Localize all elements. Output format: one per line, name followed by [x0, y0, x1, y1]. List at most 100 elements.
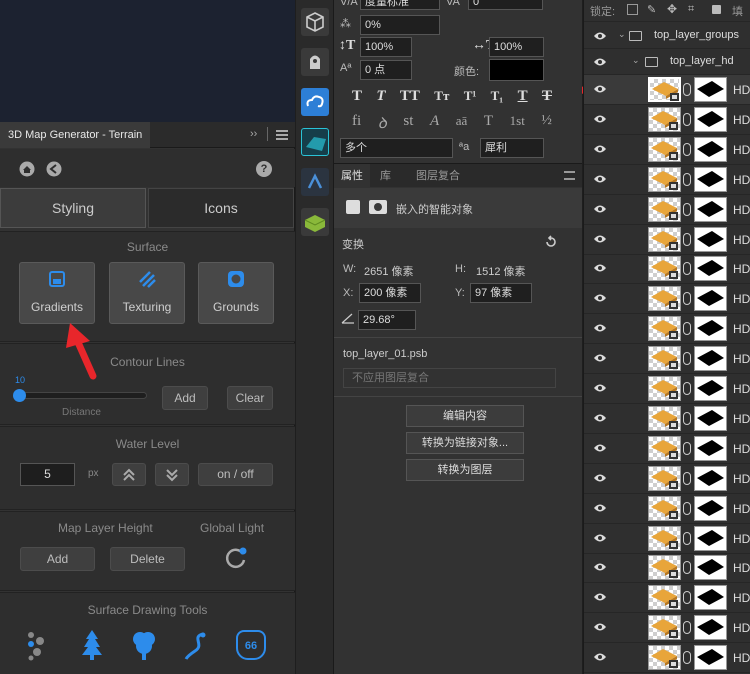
layer-mask-thumbnail[interactable]: [694, 465, 727, 491]
visibility-eye-icon[interactable]: [593, 57, 607, 67]
layer-thumbnail[interactable]: [648, 316, 681, 342]
horizontal-scale-input[interactable]: 100%: [489, 37, 544, 57]
layer-thumbnail[interactable]: [648, 286, 681, 312]
visibility-eye-icon[interactable]: [593, 204, 607, 214]
lock-pixels-icon[interactable]: ✎: [647, 3, 656, 16]
link-chain-icon[interactable]: [683, 262, 691, 276]
layer-row[interactable]: HD: [584, 643, 750, 674]
layer-thumbnail[interactable]: [648, 555, 681, 581]
layer-thumbnail[interactable]: [648, 645, 681, 671]
layer-mask-thumbnail[interactable]: [694, 645, 727, 671]
layer-row[interactable]: HD: [584, 225, 750, 255]
layer-thumbnail[interactable]: [648, 495, 681, 521]
landscape-block-icon[interactable]: [301, 208, 329, 236]
link-chain-icon[interactable]: [683, 411, 691, 425]
tab-layer-comps[interactable]: 图层复合: [416, 164, 460, 188]
layer-thumbnail[interactable]: [648, 405, 681, 431]
layer-thumbnail[interactable]: [648, 256, 681, 282]
layer-mask-thumbnail[interactable]: [694, 615, 727, 641]
visibility-eye-icon[interactable]: [593, 234, 607, 244]
link-chain-icon[interactable]: [683, 441, 691, 455]
swash-button[interactable]: A: [430, 113, 439, 133]
layer-thumbnail[interactable]: [648, 525, 681, 551]
link-chain-icon[interactable]: [683, 382, 691, 395]
layer-mask-thumbnail[interactable]: [694, 166, 727, 192]
layer-row[interactable]: HD: [584, 553, 750, 584]
visibility-eye-icon[interactable]: [593, 144, 607, 154]
reset-transform-icon[interactable]: [544, 235, 558, 249]
link-chain-icon[interactable]: [683, 501, 691, 515]
layer-row[interactable]: HD: [584, 284, 750, 315]
visibility-eye-icon[interactable]: [593, 622, 607, 632]
link-chain-icon[interactable]: [683, 471, 691, 485]
convert-linked-button[interactable]: 转换为链接对象...: [406, 432, 524, 454]
layer-row[interactable]: HD: [584, 344, 750, 375]
small-caps-button[interactable]: Tт: [434, 88, 449, 105]
layer-mask-thumbnail[interactable]: [694, 525, 727, 551]
convert-layers-button[interactable]: 转换为图层: [406, 459, 524, 481]
layer-row[interactable]: HD: [584, 464, 750, 494]
layer-group-sub[interactable]: ⌄ top_layer_hd: [584, 49, 750, 75]
layer-mask-thumbnail[interactable]: [694, 136, 727, 162]
layer-row[interactable]: HD: [584, 524, 750, 554]
visibility-eye-icon[interactable]: [593, 114, 607, 124]
tracking-percent-select[interactable]: 0%: [360, 15, 440, 35]
chevron-down-icon[interactable]: ⌄: [618, 29, 626, 40]
terrain-app-icon[interactable]: [301, 128, 329, 156]
layer-mask-thumbnail[interactable]: [694, 286, 727, 312]
underline-button[interactable]: T: [518, 88, 528, 105]
layer-thumbnail[interactable]: [648, 166, 681, 192]
strikethrough-button[interactable]: T: [542, 88, 552, 105]
link-chain-icon[interactable]: [683, 292, 691, 306]
link-chain-icon[interactable]: [683, 651, 691, 665]
layer-row[interactable]: HD: [584, 135, 750, 165]
visibility-eye-icon[interactable]: [593, 592, 607, 602]
layer-row[interactable]: HD: [584, 75, 750, 105]
plugin-icon[interactable]: [301, 48, 329, 76]
layer-thumbnail[interactable]: [648, 435, 681, 461]
visibility-eye-icon[interactable]: [593, 652, 607, 662]
link-chain-icon[interactable]: [683, 621, 691, 635]
layer-thumbnail[interactable]: [648, 615, 681, 641]
link-chain-icon[interactable]: [683, 142, 691, 156]
mask-icon[interactable]: [369, 200, 387, 214]
visibility-eye-icon[interactable]: [593, 293, 607, 303]
layer-thumbnail[interactable]: [648, 465, 681, 491]
layer-group-top[interactable]: ⌄ top_layer_groups: [584, 23, 750, 49]
layer-mask-thumbnail[interactable]: [694, 376, 727, 401]
layer-thumbnail[interactable]: [648, 77, 681, 102]
ordinals-button[interactable]: 1st: [510, 113, 525, 133]
old-style-button[interactable]: ꝺ: [378, 113, 387, 133]
visibility-eye-icon[interactable]: [593, 323, 607, 333]
layer-mask-thumbnail[interactable]: [694, 106, 727, 132]
layer-comp-select[interactable]: 不应用图层复合: [343, 368, 556, 388]
link-chain-icon[interactable]: [683, 232, 691, 246]
layer-row[interactable]: HD: [584, 494, 750, 524]
visibility-eye-icon[interactable]: [593, 263, 607, 273]
height-value[interactable]: 1512 像素: [476, 263, 526, 279]
angle-input[interactable]: 29.68°: [358, 310, 416, 330]
layer-row[interactable]: HD: [584, 434, 750, 464]
width-value[interactable]: 2651 像素: [364, 263, 414, 279]
properties-menu-icon[interactable]: [564, 171, 575, 180]
ligatures-button[interactable]: fi: [352, 113, 361, 133]
edit-contents-button[interactable]: 编辑内容: [406, 405, 524, 427]
chevron-down-icon[interactable]: ⌄: [632, 55, 640, 66]
visibility-eye-icon[interactable]: [593, 503, 607, 513]
visibility-eye-icon[interactable]: [593, 443, 607, 453]
layer-mask-thumbnail[interactable]: [694, 555, 727, 581]
link-chain-icon[interactable]: [683, 322, 691, 336]
link-chain-icon[interactable]: [683, 83, 691, 96]
layer-thumbnail[interactable]: [648, 346, 681, 372]
visibility-eye-icon[interactable]: [593, 353, 607, 363]
visibility-eye-icon[interactable]: [593, 383, 607, 393]
baseline-shift-input[interactable]: 0 点: [360, 60, 412, 80]
lock-transparent-icon[interactable]: [627, 4, 638, 15]
y-input[interactable]: 97 像素: [470, 283, 532, 303]
link-chain-icon[interactable]: [683, 352, 691, 366]
layer-row[interactable]: HD: [584, 314, 750, 345]
visibility-eye-icon[interactable]: [593, 533, 607, 543]
layer-thumbnail[interactable]: [648, 585, 681, 611]
layer-row[interactable]: HD: [584, 195, 750, 225]
layer-row[interactable]: HD: [584, 583, 750, 614]
